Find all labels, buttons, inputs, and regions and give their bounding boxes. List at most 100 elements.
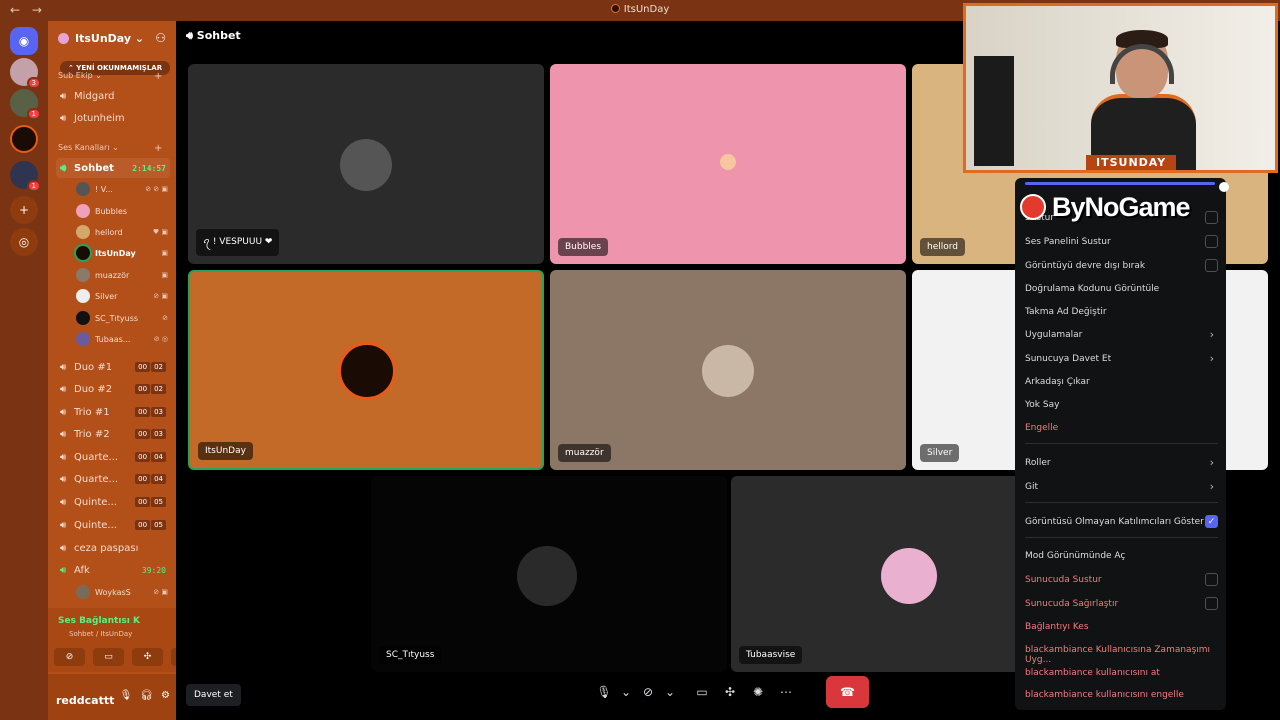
participant-tile-itsunday[interactable]: ItsUnDay <box>188 270 544 470</box>
channel-quartet-2[interactable]: 🔊︎ Quarte... 00 04 <box>56 469 170 489</box>
participant-tile-vespuuu[interactable]: ꪖ ! VESPUUU ❤ <box>188 64 544 264</box>
guild-icon <box>58 32 69 44</box>
discord-home-icon[interactable]: ◉ <box>10 27 38 55</box>
channel-midgard[interactable]: 🔊︎ Midgard <box>56 86 170 106</box>
screen-share-icon[interactable]: ▭ <box>688 678 716 706</box>
voice-connection-location[interactable]: Sohbet / ItsUnDay <box>69 630 132 638</box>
soundboard-icon[interactable]: ✺ <box>744 678 772 706</box>
voice-user[interactable]: hellord ♥ ▣ <box>76 223 170 241</box>
menu-item-server-deafen[interactable]: Sunucuda Sağırlaştır <box>1025 597 1218 610</box>
more-options-icon[interactable]: ⋯ <box>772 678 800 706</box>
voice-user-name: Silver <box>95 291 118 301</box>
participant-tile-sc-tityuss[interactable]: SC_Tıtyuss <box>371 476 727 672</box>
server-icon[interactable]: 1 <box>10 161 41 192</box>
add-member-icon[interactable]: ⚇ <box>155 31 166 45</box>
checkbox[interactable] <box>1205 235 1218 248</box>
add-channel-icon[interactable]: + <box>154 143 162 154</box>
disconnect-button[interactable]: ☎ <box>826 676 869 708</box>
category-voice[interactable]: Ses Kanalları ⌄ + <box>58 143 162 154</box>
voice-user-name: Bubbles <box>95 206 128 216</box>
chevron-down-icon[interactable]: ⌄ <box>618 678 634 706</box>
voice-user[interactable]: ! V... ⊘ ⊘ ▣ <box>76 180 170 198</box>
headphones-icon[interactable]: 🎧︎ <box>140 690 153 701</box>
channel-quintet-1[interactable]: 🔊︎ Quinte... 00 05 <box>56 492 170 512</box>
participant-name: muazzör <box>558 444 611 462</box>
menu-item-change-nickname[interactable]: Takma Ad Değiştir <box>1025 307 1218 317</box>
channel-duo-2[interactable]: 🔊︎ Duo #2 00 02 <box>56 379 170 399</box>
category-sub-team[interactable]: Sub Ekip ⌄ + <box>58 71 162 82</box>
channel-afk[interactable]: 🔊︎ Afk 39:20 <box>56 560 170 580</box>
menu-item-remove-friend[interactable]: Arkadaşı Çıkar <box>1025 377 1218 387</box>
participant-tile-bubbles[interactable]: Bubbles <box>550 64 906 264</box>
voice-user[interactable]: muazzör ▣ <box>76 266 170 284</box>
channel-ceza-paspasi[interactable]: 🔊︎ ceza paspası <box>56 538 170 558</box>
server-icon[interactable]: 1 <box>10 89 41 120</box>
avatar <box>338 342 396 400</box>
menu-item-disable-video[interactable]: Görüntüyü devre dışı bırak <box>1025 259 1218 272</box>
channel-duo-1[interactable]: 🔊︎ Duo #1 00 02 <box>56 357 170 377</box>
menu-item-mod-view[interactable]: Mod Görünümünde Aç <box>1025 551 1218 561</box>
camera-off-icon[interactable]: ⊘ <box>54 648 85 666</box>
speaker-icon: 🔊︎ <box>60 406 67 418</box>
menu-item-server-mute[interactable]: Sunucuda Sustur <box>1025 573 1218 586</box>
voice-user-self[interactable]: ItsUnDay ▣ <box>76 244 170 262</box>
guild-header[interactable]: ItsUnDay ⌄ ⚇ <box>48 21 176 55</box>
voice-user[interactable]: WoykasS ⊘ ▣ <box>76 583 170 601</box>
menu-item-mute-soundboard[interactable]: Ses Panelini Sustur <box>1025 235 1218 248</box>
activities-icon[interactable]: ✣ <box>716 678 744 706</box>
voice-user[interactable]: Silver ⊘ ▣ <box>76 287 170 305</box>
call-controls: 🎙︎ ⌄ ⊘ ⌄ ▭ ✣ ✺ ⋯ <box>590 676 800 708</box>
server-icon[interactable]: 3 <box>10 58 41 89</box>
microphone-icon[interactable]: 🎙︎ <box>590 678 618 706</box>
channel-trio-1[interactable]: 🔊︎ Trio #1 00 03 <box>56 402 170 422</box>
status-icons: ▣ <box>161 249 168 257</box>
voice-user[interactable]: Bubbles <box>76 202 170 220</box>
channel-jotunheim[interactable]: 🔊︎ Jotunheim <box>56 108 170 128</box>
chevron-down-icon[interactable]: ⌄ <box>662 678 678 706</box>
voice-user[interactable]: SC_Tıtyuss ⊘ <box>76 309 170 327</box>
add-server-icon[interactable]: + <box>10 196 38 224</box>
menu-item-ignore[interactable]: Yok Say <box>1025 400 1218 410</box>
voice-user[interactable]: Tubaas... ⊘ ◎ <box>76 330 170 348</box>
menu-item-block[interactable]: Engelle <box>1025 423 1218 433</box>
menu-item-go[interactable]: Git › <box>1025 480 1218 493</box>
menu-item-apps[interactable]: Uygulamalar › <box>1025 328 1218 341</box>
menu-item-show-non-video[interactable]: Görüntüsü Olmayan Katılımcıları Göster ✓ <box>1025 515 1218 528</box>
channel-name: Duo #1 <box>74 361 113 373</box>
voice-connection-status[interactable]: Ses Bağlantısı K <box>58 616 140 626</box>
channel-header: 🔊︎ Sohbet <box>186 29 241 43</box>
participant-tile-muazzor[interactable]: muazzör <box>550 270 906 470</box>
channel-quintet-2[interactable]: 🔊︎ Quinte... 00 05 <box>56 515 170 535</box>
avatar <box>517 546 577 606</box>
menu-item-roles[interactable]: Roller › <box>1025 456 1218 469</box>
checkbox-checked[interactable]: ✓ <box>1205 515 1218 528</box>
menu-item-timeout[interactable]: blackambiance Kullanıcısına Zamanaşımı U… <box>1025 645 1218 665</box>
server-icon-itsunday[interactable] <box>10 125 38 153</box>
avatar <box>76 268 90 282</box>
activities-icon[interactable]: ✣ <box>132 648 163 666</box>
username[interactable]: reddcattt <box>56 694 114 707</box>
menu-item-disconnect[interactable]: Bağlantıyı Kes <box>1025 622 1218 632</box>
checkbox[interactable] <box>1205 597 1218 610</box>
add-channel-icon[interactable]: + <box>154 71 162 82</box>
menu-item-kick[interactable]: blackambiance kullanıcısını at <box>1025 668 1218 678</box>
unread-badge: 3 <box>26 77 41 89</box>
menu-item-invite-to-server[interactable]: Sunucuya Davet Et › <box>1025 352 1218 365</box>
guild-name: ItsUnDay ⌄ <box>75 31 145 45</box>
menu-item-verification-code[interactable]: Doğrulama Kodunu Görüntüle <box>1025 284 1218 294</box>
invite-button[interactable]: Davet et <box>186 684 241 706</box>
menu-item-ban[interactable]: blackambiance kullanıcısını engelle <box>1025 690 1218 700</box>
channel-quartet-1[interactable]: 🔊︎ Quarte... 00 04 <box>56 447 170 467</box>
channel-sohbet[interactable]: 🔊︎ Sohbet 2:14:57 <box>56 158 170 178</box>
speaker-icon: 🔊︎ <box>60 112 67 124</box>
explore-icon[interactable]: ◎ <box>10 228 38 256</box>
checkbox[interactable] <box>1205 573 1218 586</box>
screen-share-icon[interactable]: ▭ <box>93 648 124 666</box>
checkbox[interactable] <box>1205 259 1218 272</box>
camera-off-icon[interactable]: ⊘ <box>634 678 662 706</box>
slider-knob[interactable] <box>1219 182 1229 192</box>
channel-name: Sohbet <box>74 162 114 174</box>
channel-trio-2[interactable]: 🔊︎ Trio #2 00 03 <box>56 424 170 444</box>
gear-icon[interactable]: ⚙ <box>161 690 170 701</box>
microphone-icon[interactable]: 🎙︎ <box>120 690 133 701</box>
